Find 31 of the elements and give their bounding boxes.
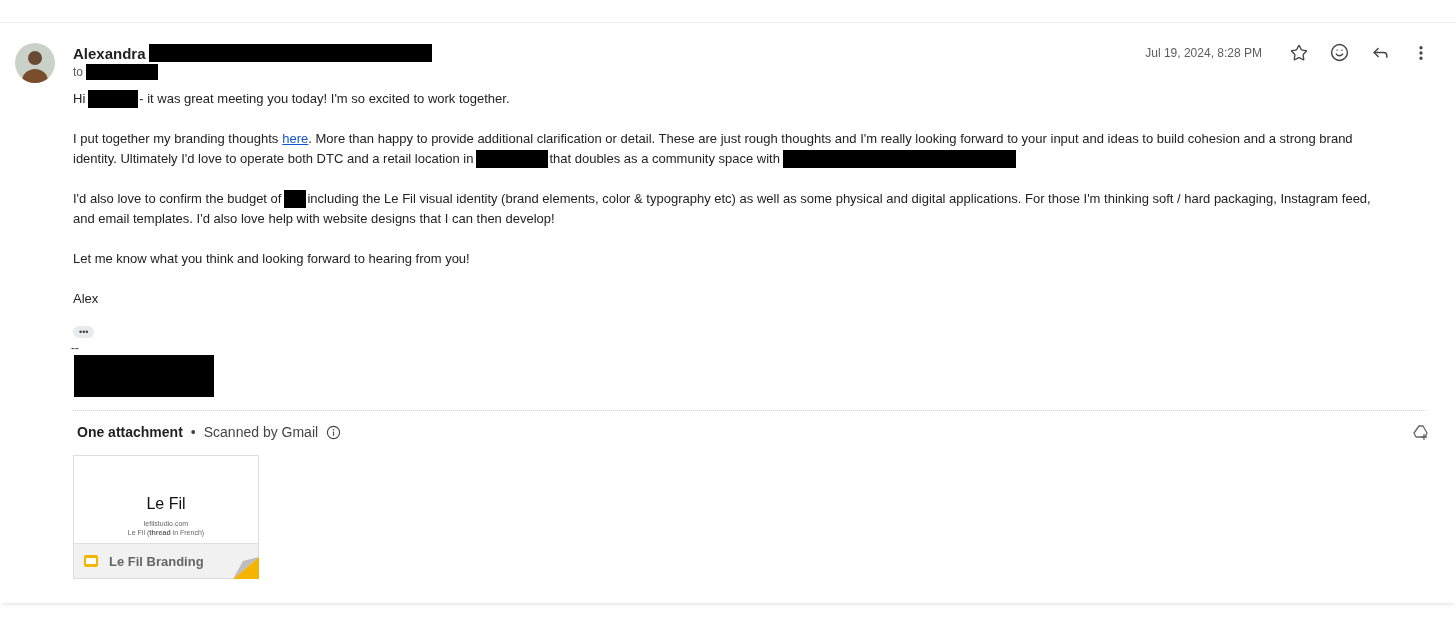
body-text: I put together my branding thoughts: [73, 130, 279, 148]
redaction-bar: [284, 190, 307, 208]
body-text: . More than happy to provide additional clarification or detail. These are just rough thoughts and I'm really looking forward to your input and ideas to build cohesion and a strong brand: [308, 130, 1353, 148]
add-to-drive-icon[interactable]: [1412, 423, 1430, 441]
slide-title: Le Fil: [146, 495, 186, 513]
body-text: - it was great meeting you today! I'm so excited to work together.: [139, 90, 510, 108]
recipient-label: to: [73, 65, 83, 79]
body-text: identity. Ultimately I'd love to operate both DTC and a retail location in: [73, 150, 474, 168]
show-trimmed-button[interactable]: •••: [73, 326, 95, 338]
file-name: Le Fil Branding: [109, 553, 204, 569]
body-text: and email templates. I'd also love help with website designs that I can then develop!: [73, 210, 555, 228]
body-text: Let me know what you think and looking forward to hearing from you!: [73, 250, 470, 268]
body-text: including the Le Fil visual identity (brand elements, color & typography etc) as well as some physical and digital applications. For those I'm thinking soft / hard packaging, Instagram feed,: [307, 190, 1371, 208]
smile-icon[interactable]: [1330, 43, 1349, 62]
slides-icon: [83, 553, 99, 569]
star-icon[interactable]: [1290, 43, 1308, 62]
date: Jul 19, 2024, 8:28 PM: [1145, 45, 1262, 60]
info-icon[interactable]: [326, 424, 342, 440]
attachment-title: One attachment: [77, 424, 183, 440]
avatar: [15, 43, 55, 83]
scan-note: Scanned by Gmail: [203, 424, 319, 440]
body-text: that doubles as a community space with: [549, 150, 780, 168]
separator-dot: •: [190, 424, 196, 440]
sender-name: Alexandra: [73, 44, 146, 62]
folded-corner-icon: [233, 557, 259, 579]
redaction-bar: [88, 90, 139, 108]
redaction-bar: [86, 64, 158, 80]
body-text: Alex: [73, 290, 99, 308]
body-text: Hi: [73, 90, 86, 108]
signature-dashes: --: [71, 341, 80, 355]
body-text: I'd also love to confirm the budget of: [73, 190, 282, 208]
